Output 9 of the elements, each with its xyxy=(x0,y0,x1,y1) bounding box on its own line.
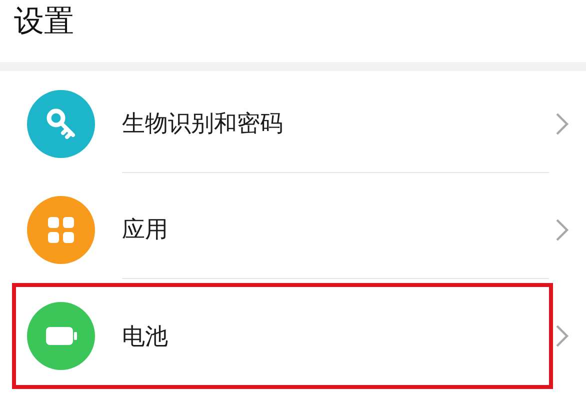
chevron-icon xyxy=(555,324,569,348)
settings-row[interactable]: 生物识别和密码 xyxy=(12,71,553,177)
settings-row[interactable]: 应用 xyxy=(12,177,553,283)
page-title: 设置 xyxy=(14,3,74,41)
chevron-icon xyxy=(555,112,569,136)
settings-label: 电池 xyxy=(122,322,169,352)
chevron-icon xyxy=(555,218,569,242)
settings-label: 生物识别和密码 xyxy=(122,110,284,139)
settings-label: 应用 xyxy=(122,216,169,245)
